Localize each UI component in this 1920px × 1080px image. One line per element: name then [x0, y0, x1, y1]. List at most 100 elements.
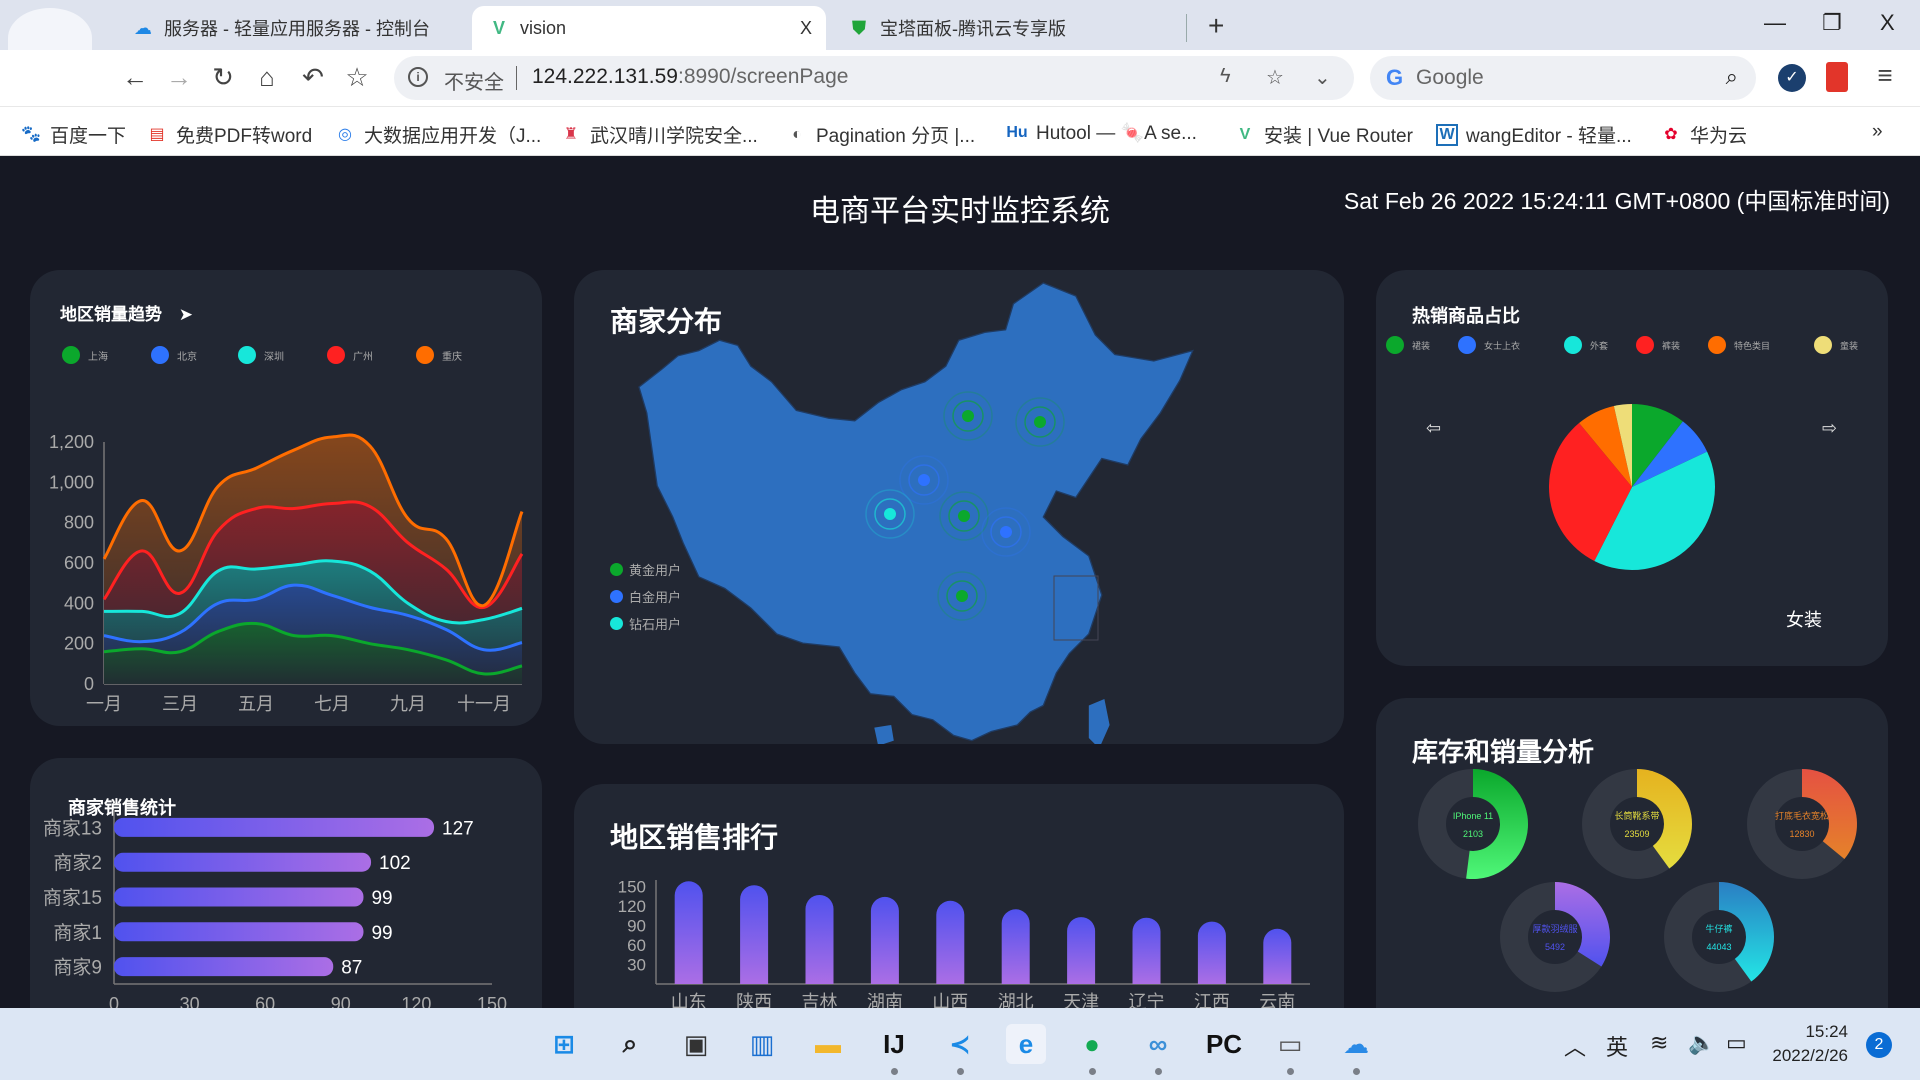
undo-close-button[interactable]: ↶ — [298, 62, 328, 93]
chevron-down-icon[interactable]: ⌄ — [1314, 65, 1331, 90]
vscode-icon[interactable]: ≺ — [940, 1024, 980, 1064]
seller-chart: 商家13 127 商家2 102 商家15 99 商家1 99 商家9 87 0 30 60 90 120 1… — [43, 810, 507, 1008]
url-host: 124.222.131.59 — [532, 65, 678, 88]
search-icon[interactable]: ⌕ — [610, 1024, 650, 1064]
wifi-icon[interactable]: ≋ — [1650, 1030, 1668, 1056]
bar — [1001, 909, 1030, 984]
merchant-point — [962, 410, 974, 422]
vue-icon: V — [1239, 125, 1251, 143]
legend-item[interactable]: 白金用户 — [610, 587, 681, 606]
merchant-point — [1034, 416, 1046, 428]
bookmark-item[interactable]: ♜ 武汉晴川学院安全... — [560, 121, 758, 148]
bar — [740, 885, 769, 984]
mongodb-compass-icon[interactable]: ● — [1072, 1024, 1112, 1064]
tray-clock[interactable]: 15:24 2022/2/26 — [1768, 1020, 1848, 1068]
y-tick-label: 90 — [627, 917, 646, 936]
category-label: 湖南 — [867, 992, 903, 1008]
x-tick-label: 十一月 — [457, 694, 511, 714]
taiwan-shape — [1088, 698, 1110, 744]
bookmark-item[interactable]: ▤ 免费PDF转word — [146, 121, 312, 148]
star-icon[interactable]: ☆ — [1266, 65, 1284, 90]
lightning-icon[interactable]: ϟ — [1220, 65, 1231, 88]
tab-vision[interactable]: V vision X — [472, 6, 826, 50]
bookmark-label: wangEditor - 轻量... — [1466, 126, 1632, 147]
address-bar[interactable]: i 不安全 124.222.131.59:8990/screenPage ϟ ☆… — [394, 56, 1354, 100]
bar — [936, 900, 965, 984]
legend-item[interactable]: 钻石用户 — [610, 614, 681, 633]
bookmarks-more-button[interactable]: » — [1872, 121, 1883, 143]
category-label: 商家2 — [53, 852, 102, 874]
bar — [1132, 917, 1161, 984]
tab-baota[interactable]: ⛊ 宝塔面板-腾讯云专享版 — [836, 6, 1176, 50]
notification-badge[interactable]: 2 — [1866, 1032, 1892, 1058]
bookmark-label: 大数据应用开发（J... — [364, 126, 542, 147]
close-tab-icon[interactable]: X — [800, 18, 812, 39]
check-extension-icon[interactable]: ✓ — [1778, 64, 1806, 92]
bookmark-item[interactable]: ◐ Pagination 分页 |... — [786, 121, 975, 148]
globe-icon: ◐ — [792, 125, 802, 143]
ime-indicator[interactable]: 英 — [1606, 1030, 1628, 1062]
browser-icon[interactable]: e — [1006, 1024, 1046, 1064]
forward-button[interactable]: → — [164, 62, 194, 93]
legend-item[interactable]: 黄金用户 — [610, 560, 681, 579]
bookmark-item[interactable]: 🐾 百度一下 — [20, 121, 126, 148]
menu-icon[interactable]: ≡ — [1870, 60, 1900, 91]
tab-tencent-console[interactable]: ☁ 服务器 - 轻量应用服务器 - 控制台 — [122, 6, 462, 50]
tab-label: vision — [520, 17, 567, 38]
volume-icon[interactable]: 🔈 — [1688, 1030, 1715, 1056]
bookmark-star-button[interactable]: ☆ — [342, 62, 372, 93]
tray-overflow-chevron-icon[interactable]: ︿ — [1564, 1030, 1586, 1062]
bookmark-item[interactable]: ✿ 华为云 — [1660, 121, 1747, 148]
bookmark-item[interactable]: Hu Hutool — 🍬A se... — [1006, 121, 1197, 145]
china-map[interactable] — [574, 270, 1344, 744]
info-icon[interactable]: i — [408, 67, 428, 87]
navicat-icon[interactable]: ∞ — [1138, 1024, 1178, 1064]
restore-button[interactable]: ❐ — [1822, 10, 1842, 36]
running-indicator — [1155, 1068, 1162, 1075]
reload-button[interactable]: ↻ — [208, 62, 238, 93]
search-icon[interactable]: ⌕ — [1726, 64, 1738, 90]
windows-taskbar: ⊞ ⌕ ▣ ▥ ▬ IJ ≺ e ● ∞ PC ▭ ☁ ︿ 英 ≋ 🔈 ▭ 15:24 2022/2/2… — [0, 1008, 1920, 1080]
vue-icon: V — [492, 17, 505, 38]
x-tick-label: 120 — [401, 994, 431, 1008]
category-label: 陕西 — [736, 992, 772, 1008]
ring-name-label: IPhone 11 — [1453, 811, 1493, 821]
new-tab-button[interactable]: + — [1208, 10, 1224, 42]
cloud-drive-icon[interactable]: ☁ — [1336, 1024, 1376, 1064]
x-tick-label: 30 — [180, 994, 200, 1008]
bookmark-item[interactable]: V 安装 | Vue Router — [1234, 121, 1413, 148]
bookmark-item[interactable]: ◎ 大数据应用开发（J... — [334, 121, 541, 148]
tab-label: 服务器 - 轻量应用服务器 - 控制台 — [164, 19, 430, 39]
file-explorer-icon[interactable]: ▬ — [808, 1024, 848, 1064]
remote-desktop-icon[interactable]: ▭ — [1270, 1024, 1310, 1064]
y-tick-label: 1,000 — [49, 472, 94, 492]
bookmark-item[interactable]: WwangEditor - 轻量... — [1436, 121, 1632, 148]
x-tick-label: 60 — [255, 994, 275, 1008]
legend-label: 白金用户 — [629, 590, 682, 605]
x-tick-label: 90 — [331, 994, 351, 1008]
intellij-idea-icon[interactable]: IJ — [874, 1024, 914, 1064]
search-box[interactable]: G Google ⌕ — [1370, 56, 1756, 100]
map-panel: 商家分布 黄金用户 白金用户 钻石用户 — [574, 270, 1344, 744]
battery-icon[interactable]: ▭ — [1726, 1030, 1747, 1056]
pdf-extension-icon[interactable] — [1826, 62, 1848, 92]
category-label: 商家9 — [53, 957, 102, 979]
windows-start-icon[interactable]: ⊞ — [544, 1024, 584, 1064]
value-label: 102 — [379, 853, 411, 874]
home-button[interactable]: ⌂ — [252, 62, 282, 93]
back-button[interactable]: ← — [120, 62, 150, 93]
widgets-icon[interactable]: ▥ — [742, 1024, 782, 1064]
task-view-icon[interactable]: ▣ — [676, 1024, 716, 1064]
search-input[interactable]: Google — [1416, 66, 1484, 90]
bar — [1263, 928, 1292, 984]
url-text[interactable]: 124.222.131.59:8990/screenPage — [532, 65, 848, 89]
bar — [114, 817, 435, 837]
minimize-button[interactable]: — — [1764, 10, 1786, 36]
ring-value-arc — [1466, 769, 1528, 879]
category-label: 辽宁 — [1129, 992, 1165, 1008]
pycharm-icon[interactable]: PC — [1204, 1024, 1244, 1064]
close-window-button[interactable]: X — [1880, 10, 1895, 36]
ring-name-label: 牛仔裤 — [1705, 923, 1732, 934]
tray-time: 15:24 — [1805, 1022, 1848, 1041]
bar — [114, 957, 334, 977]
